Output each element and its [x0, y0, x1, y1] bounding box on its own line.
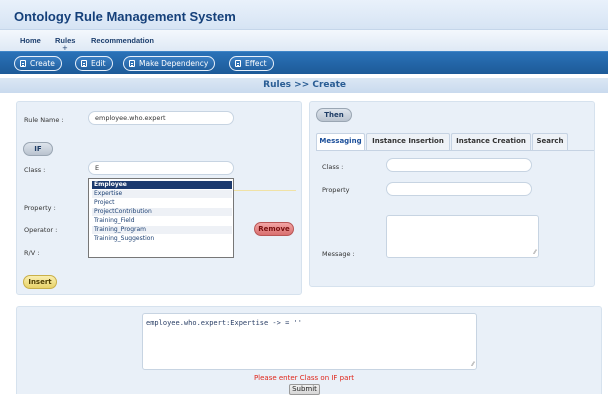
suggestion-item[interactable]: Expertise	[92, 190, 232, 198]
resize-handle-icon[interactable]: ⁄⁄	[472, 361, 474, 368]
submit-button[interactable]: Submit	[289, 384, 320, 395]
create-button[interactable]: Create	[14, 56, 62, 71]
rule-name-input[interactable]: employee.who.expert	[88, 111, 234, 125]
then-button[interactable]: Then	[316, 108, 352, 122]
toolbar: Create Edit Make Dependency Effect	[0, 51, 608, 74]
document-icon	[235, 60, 241, 67]
operator-label: Operator :	[24, 226, 58, 234]
top-nav: Home Rules + Recommendation	[0, 30, 608, 52]
suggestion-item[interactable]: ProjectContribution	[92, 208, 232, 216]
edit-button[interactable]: Edit	[75, 56, 113, 71]
make-dependency-button[interactable]: Make Dependency	[123, 56, 216, 71]
document-icon	[129, 60, 135, 67]
message-label: Message :	[322, 250, 355, 258]
message-textarea[interactable]: ⁄⁄	[386, 215, 539, 258]
document-icon	[81, 60, 87, 67]
document-icon	[20, 60, 26, 67]
then-property-label: Property	[322, 186, 350, 194]
nav-item-home[interactable]: Home	[20, 36, 41, 45]
edit-button-label: Edit	[91, 59, 106, 68]
effect-button[interactable]: Effect	[229, 56, 274, 71]
tab-search[interactable]: Search	[532, 133, 568, 150]
then-class-input[interactable]	[386, 158, 532, 172]
rv-label: R/V :	[24, 249, 40, 257]
suggestion-item[interactable]: Training_Field	[92, 217, 232, 225]
property-label: Property :	[24, 204, 56, 212]
separator	[234, 190, 296, 191]
make-dependency-button-label: Make Dependency	[139, 59, 209, 68]
resize-handle-icon[interactable]: ⁄⁄	[534, 249, 536, 256]
app-header: Ontology Rule Management System	[0, 0, 608, 30]
breadcrumb-bar: Rules >> Create	[0, 78, 608, 93]
remove-button[interactable]: Remove	[254, 222, 294, 236]
class-suggestions-dropdown: Employee Expertise Project ProjectContri…	[88, 178, 234, 258]
then-class-label: Class :	[322, 163, 344, 171]
insert-button[interactable]: Insert	[23, 275, 57, 289]
suggestion-item[interactable]: Employee	[92, 181, 232, 189]
then-property-input[interactable]	[386, 182, 532, 196]
class-input[interactable]: E	[88, 161, 234, 175]
if-button[interactable]: IF	[23, 142, 53, 156]
tab-instance-creation[interactable]: Instance Creation	[451, 133, 531, 150]
error-message: Please enter Class on IF part	[253, 374, 355, 382]
breadcrumb: Rules >> Create	[263, 80, 346, 90]
effect-button-label: Effect	[245, 59, 267, 68]
tab-messaging[interactable]: Messaging	[316, 133, 365, 151]
rule-output-text: employee.who.expert:Expertise -> = ''	[146, 319, 302, 327]
app-title: Ontology Rule Management System	[14, 9, 236, 24]
nav-item-recommendation[interactable]: Recommendation	[91, 36, 154, 45]
tab-instance-insertion[interactable]: Instance Insertion	[366, 133, 450, 150]
rule-name-label: Rule Name :	[24, 116, 64, 124]
suggestion-item[interactable]: Project	[92, 199, 232, 207]
suggestion-item[interactable]: Training_Suggestion	[92, 235, 232, 243]
suggestion-item[interactable]: Training_Program	[92, 226, 232, 234]
create-button-label: Create	[30, 59, 55, 68]
class-label: Class :	[24, 166, 46, 174]
